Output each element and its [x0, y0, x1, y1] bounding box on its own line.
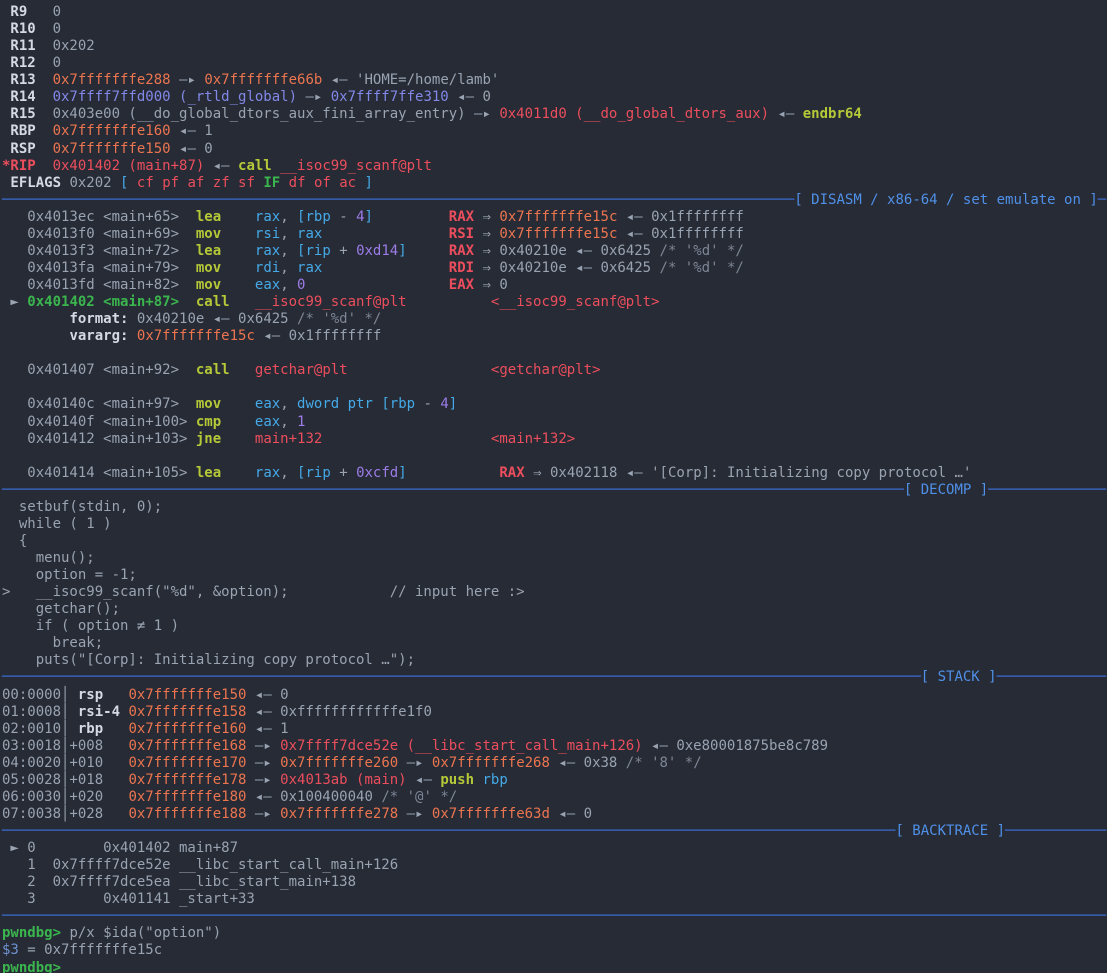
backtrace-section-header: ────────────────────────────────────────… — [2, 823, 1106, 839]
disasm-pane: ────────────────────────────────────────… — [2, 192, 1107, 482]
command-result-line: $3 = 0x7fffffffe15c — [2, 942, 162, 958]
disasm-row: 0x4013fd <main+82> mov eax, 0 EAX ⇒ 0 — [2, 277, 508, 293]
decomp-line: if ( option ≠ 1 ) — [2, 618, 179, 634]
decomp-line: while ( 1 ) — [2, 516, 112, 532]
backtrace-frame-1: 1 0x7ffff7dce52e __libc_start_call_main+… — [2, 857, 398, 873]
disasm-call-arg-vararg: vararg: 0x7fffffffe15c ◂— 0x1ffffffff — [2, 328, 381, 344]
decomp-line: { — [2, 533, 27, 549]
disasm-row-current: ► 0x401402 <main+87> call __isoc99_scanf… — [2, 294, 659, 310]
stack-pane: ────────────────────────────────────────… — [2, 669, 1107, 823]
stack-row: 02:0010│ rbp 0x7fffffffe160 ◂— 1 — [2, 721, 289, 737]
disasm-section-header: ────────────────────────────────────────… — [2, 192, 1106, 208]
decomp-line: break; — [2, 635, 103, 651]
command-history-line: pwndbg> p/x $ida("option") — [2, 925, 221, 941]
stack-row: 06:0030│+020 0x7fffffffe180 ◂— 0x1004000… — [2, 789, 457, 805]
disasm-row: 0x401407 <main+92> call getchar@plt <get… — [2, 362, 600, 378]
register-row-eflags: EFLAGS 0x202 [ cf pf af zf sf IF df of a… — [2, 175, 373, 191]
register-row-r13: R13 0x7fffffffe288 —▸ 0x7fffffffe66b ◂— … — [2, 72, 499, 88]
disasm-row: 0x4013fa <main+79> mov rdi, rax RDI ⇒ 0x… — [2, 260, 744, 276]
disasm-call-arg-format: format: 0x40210e ◂— 0x6425 /* '%d' */ — [2, 311, 381, 327]
backtrace-pane: ────────────────────────────────────────… — [2, 823, 1107, 908]
decomp-line: option = -1; — [2, 567, 137, 583]
disasm-row: 0x401412 <main+103> jne main+132 <main+1… — [2, 431, 575, 447]
register-row-rip: *RIP 0x401402 (main+87) ◂— call __isoc99… — [2, 158, 432, 174]
register-row-rsp: RSP 0x7fffffffe150 ◂— 0 — [2, 141, 213, 157]
stack-row: 03:0018│+008 0x7fffffffe168 —▸ 0x7ffff7d… — [2, 738, 828, 754]
register-row-r10: R10 0 — [2, 21, 61, 37]
disasm-row: 0x4013ec <main+65> lea rax, [rbp - 4] RA… — [2, 209, 744, 225]
prompt-separator-line: ────────────────────────────────────────… — [2, 908, 1106, 924]
register-row-rbp: RBP 0x7fffffffe160 ◂— 1 — [2, 123, 213, 139]
decomp-line: puts("[Corp]: Initializing copy protocol… — [2, 652, 415, 668]
register-row-r14: R14 0x7ffff7ffd000 (_rtld_global) —▸ 0x7… — [2, 89, 491, 105]
register-row-r11: R11 0x202 — [2, 38, 95, 54]
stack-row: 04:0020│+010 0x7fffffffe170 —▸ 0x7ffffff… — [2, 755, 702, 771]
decomp-section-header: ────────────────────────────────────────… — [2, 482, 1106, 498]
stack-row: 05:0028│+018 0x7fffffffe178 —▸ 0x4013ab … — [2, 772, 508, 788]
disasm-row: 0x4013f0 <main+69> mov rsi, rax RSI ⇒ 0x… — [2, 226, 744, 242]
decomp-line: getchar(); — [2, 601, 120, 617]
stack-row: 07:0038│+028 0x7fffffffe188 —▸ 0x7ffffff… — [2, 806, 592, 822]
backtrace-frame-0-current: ► 0 0x401402 main+87 — [2, 840, 238, 856]
backtrace-frame-3: 3 0x401141 _start+33 — [2, 891, 255, 907]
command-prompt[interactable]: pwndbg> — [2, 960, 69, 973]
pwndbg-terminal-window: R9 0 R10 0 R11 0x202 R12 0 R13 0x7ffffff… — [0, 0, 1107, 973]
stack-row: 00:0000│ rsp 0x7fffffffe150 ◂— 0 — [2, 687, 289, 703]
decomp-line-current: > __isoc99_scanf("%d", &option); // inpu… — [2, 584, 525, 600]
backtrace-frame-2: 2 0x7ffff7dce5ea __libc_start_main+138 — [2, 874, 356, 890]
disasm-row: 0x4013f3 <main+72> lea rax, [rip + 0xd14… — [2, 243, 744, 259]
stack-row: 01:0008│ rsi-4 0x7fffffffe158 ◂— 0xfffff… — [2, 704, 432, 720]
stack-section-header: ────────────────────────────────────────… — [2, 669, 1106, 685]
disasm-row: 0x40140c <main+97> mov eax, dword ptr [r… — [2, 396, 457, 412]
register-row-r9: R9 0 — [2, 4, 61, 20]
decomp-line: menu(); — [2, 550, 95, 566]
disasm-row: 0x40140f <main+100> cmp eax, 1 — [2, 414, 305, 430]
decomp-line: setbuf(stdin, 0); — [2, 499, 162, 515]
command-prompt-pane[interactable]: ────────────────────────────────────────… — [2, 908, 1107, 973]
disasm-row: 0x401414 <main+105> lea rax, [rip + 0xcf… — [2, 465, 971, 481]
register-row-r15: R15 0x403e00 (__do_global_dtors_aux_fini… — [2, 106, 862, 122]
register-row-r12: R12 0 — [2, 55, 61, 71]
decomp-pane: ────────────────────────────────────────… — [2, 482, 1107, 670]
registers-pane: R9 0 R10 0 R11 0x202 R12 0 R13 0x7ffffff… — [2, 4, 1107, 192]
